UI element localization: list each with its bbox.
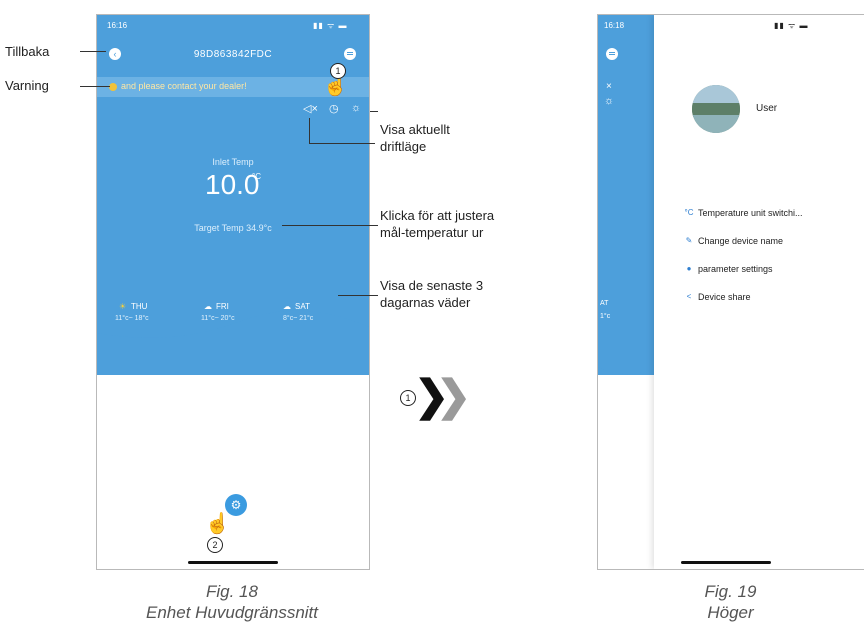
status-time: 16:18 [604,21,625,30]
avatar-image [692,85,740,133]
side-drawer: ▮▮ ᯤ ▬ User °C Temperature unit switchi.… [654,15,864,569]
step-badge: 2 [207,537,223,553]
mode-sun-icon[interactable]: ☼ [351,102,361,114]
step-badge: 1 [330,63,346,79]
pointing-hand-icon: ☝ [205,513,230,535]
annotation-warning: Varning [5,78,49,93]
warning-icon [109,83,117,91]
weather-day-name: AT [600,300,609,307]
header-background [598,15,654,375]
caption-title: Enhet Huvudgränssnitt [146,603,318,622]
annotation-mode-line1: Visa aktuellt [380,122,450,137]
menu-button[interactable] [606,48,618,60]
weather-day-range: 1°c [600,313,611,320]
leader-line [309,118,310,143]
temperature-unit-icon: °C [684,208,694,217]
mute-icon[interactable]: ◁× [303,102,318,115]
figure-caption: Fig. 19 Höger [597,581,864,623]
main-screen-phone: 16:16 ▮▮ ᯤ ▬ ‹ 98D863842FDC and please c… [96,14,370,570]
caption-fig-number: Fig. 19 [704,582,757,601]
close-icon[interactable]: × [606,81,612,92]
annotation-weather-line2: dagarnas väder [380,295,471,310]
leader-line [80,86,110,87]
annotation-weather-line1: Visa de senaste 3 [380,278,484,293]
settings-icon: ● [686,264,692,273]
leader-line [338,295,378,296]
weather-day-range: 8°c~ 21°c [283,315,314,322]
device-id-title: 98D863842FDC [193,49,273,60]
annotation-mode-line2: driftläge [380,139,427,154]
weather-day-range: 11°c~ 18°c [115,315,149,322]
weather-day-range: 11°c~ 20°c [201,315,235,322]
menu-button[interactable] [344,48,356,60]
home-indicator [681,561,771,564]
inlet-temp-unit: °C [252,172,261,181]
share-icon: < [686,292,692,301]
timer-icon[interactable]: ◷ [329,102,339,115]
annotation-target-line1: Klicka för att justera [380,208,495,223]
edit-icon: ✎ [685,236,693,245]
leader-line [309,143,375,144]
leader-line [80,51,106,52]
weather-day-name: SAT [295,302,310,311]
caption-title: Höger [707,603,754,622]
annotation-back: Tillbaka [5,44,50,59]
cloud-sun-icon: ☁ [204,302,212,311]
annotation-target-line2: mål-temperatur ur [380,225,484,240]
warning-text: and please contact your dealer! [121,81,247,91]
weather-day-name: THU [131,302,148,311]
status-time: 16:16 [107,21,128,30]
avatar[interactable] [692,85,740,133]
status-icons: ▮▮ ᯤ ▬ [313,21,348,30]
chevron-right-icon: ❯ [436,372,472,419]
wave-decoration [598,345,654,375]
status-icons: ▮▮ ᯤ ▬ [774,21,809,30]
user-name: User [756,103,778,114]
sun-icon: ☀ [119,302,127,311]
figure-caption: Fig. 18 Enhet Huvudgränssnitt [96,581,368,623]
leader-line [282,225,378,226]
leader-line [370,111,378,112]
menu-item-change-device-name[interactable]: Change device name [698,236,783,246]
home-indicator [188,561,278,564]
inlet-temp-label: Inlet Temp [212,157,254,167]
menu-item-temperature-unit[interactable]: Temperature unit switchi... [698,208,803,218]
drawer-screen-phone: 16:18 × ☼ AT 1°c ▮▮ ᯤ ▬ User °C Temperat… [597,14,864,570]
caption-fig-number: Fig. 18 [206,582,258,601]
menu-item-parameter-settings[interactable]: parameter settings [698,264,773,274]
mode-sun-icon: ☼ [604,95,615,107]
menu-item-device-share[interactable]: Device share [698,292,751,302]
weather-day-name: FRI [216,302,229,311]
cloud-sun-icon: ☁ [283,302,291,311]
